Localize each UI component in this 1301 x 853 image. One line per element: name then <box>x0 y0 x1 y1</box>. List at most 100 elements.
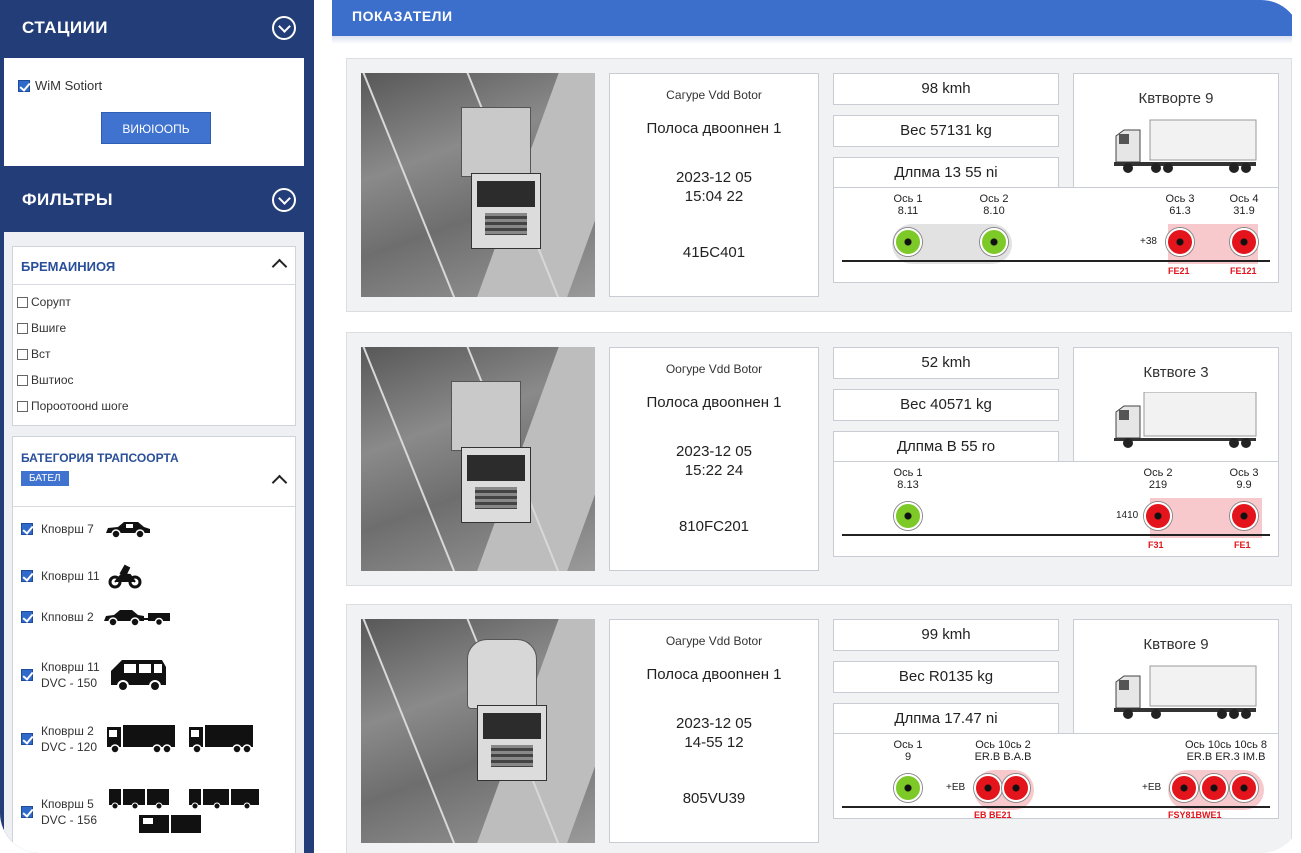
checkbox-icon[interactable] <box>17 400 28 412</box>
road-line <box>842 534 1270 536</box>
station-checkbox[interactable]: WiM Sotiort <box>18 78 102 93</box>
category-badge[interactable]: БАТЕЛ <box>21 471 69 486</box>
van-icon <box>110 660 166 692</box>
axle-note: 1410 <box>1116 510 1139 521</box>
vehicle-category-box: Квтвоrе 9 <box>1073 619 1279 739</box>
category-item[interactable]: Кповрш 11 DVC - 150 <box>21 657 170 693</box>
category-label-line2: DVC - 120 <box>41 740 98 754</box>
length-value: Длпма 13 55 ni <box>833 157 1059 189</box>
axle-overload-icon[interactable] <box>1170 774 1198 802</box>
category-item[interactable]: Кповрш 2 DVC - 120 <box>21 723 255 755</box>
overload-value: FSY81BWE1 <box>1168 810 1222 820</box>
stations-header[interactable]: СТАЦИИИ <box>0 0 314 58</box>
axle-overload-icon[interactable] <box>1230 228 1258 256</box>
checkbox-icon[interactable] <box>17 296 28 308</box>
axle-overload-icon[interactable] <box>974 774 1002 802</box>
checkbox-icon[interactable] <box>17 374 28 386</box>
lane-line <box>361 73 458 297</box>
vehicle-category-box: Квтвоrе 3 <box>1073 347 1279 467</box>
category-item[interactable]: Кповрш 7 <box>21 519 154 539</box>
checkbox-icon[interactable] <box>17 322 28 334</box>
record-row[interactable]: Оагуре Vdd Вotor Полоса двоonнен 1 2023-… <box>346 604 1292 853</box>
truck-image <box>457 639 557 789</box>
checkbox-checked-icon[interactable] <box>21 570 33 582</box>
filters-panel: БРЕМАИНИОЯ Сорупт Вшиге Вст Вштиос Пороо… <box>4 232 304 853</box>
axle-overload-icon[interactable] <box>1230 502 1258 530</box>
semi-truck-icon <box>1114 392 1257 448</box>
time-filter-box: БРЕМАИНИОЯ Сорупт Вшиге Вст Вштиос Пороо… <box>12 246 296 426</box>
checkbox-checked-icon[interactable] <box>21 806 33 818</box>
checkbox-checked-icon[interactable] <box>21 523 33 535</box>
time-option[interactable]: Пороотоонd шоге <box>17 393 295 419</box>
axle-overload-icon[interactable] <box>1230 774 1258 802</box>
vehicle-photo[interactable] <box>361 619 595 843</box>
filters-title: ФИЛЬТРЫ <box>22 190 114 209</box>
time: 15:22 24 <box>684 462 744 479</box>
time-filter-title: БРЕМАИНИОЯ <box>21 259 116 274</box>
axle-diagram: Ось 1 8.11 Ось 2 8.10 Ось 3 61.3 Ось 4 3… <box>833 187 1279 283</box>
vehicle-category-box: Квтворте 9 <box>1073 73 1279 193</box>
axle-overload-icon[interactable] <box>1166 228 1194 256</box>
axle-label: Ось 1 <box>893 739 923 751</box>
time-option[interactable]: Вштиос <box>17 367 295 393</box>
title-divider <box>332 36 1292 44</box>
category-item[interactable]: Кповрш 5 DVC - 156 <box>21 787 265 837</box>
time: 14-55 12 <box>684 734 744 751</box>
chevron-up-icon[interactable] <box>271 474 288 491</box>
camera-label: Оагуре Vdd Вotor <box>665 634 763 648</box>
checkbox-icon[interactable] <box>17 348 28 360</box>
axle-group-label: Ось 10сь 10сь 8 <box>1184 739 1267 751</box>
speed-value: 98 kmh <box>833 73 1059 105</box>
record-row[interactable]: Оогуре Vdd Вotor Полоса двоonнен 1 2023-… <box>346 332 1292 586</box>
filters-header[interactable]: ФИЛЬТРЫ <box>0 172 314 230</box>
axle-ok-icon[interactable] <box>894 228 922 256</box>
checkbox-checked-icon[interactable] <box>21 733 33 745</box>
axle-ok-icon[interactable] <box>894 502 922 530</box>
axle-label: Ось 4 <box>1229 193 1259 205</box>
axle-overload-icon[interactable] <box>1200 774 1228 802</box>
axle-load: 9 <box>904 751 912 763</box>
truck-image <box>441 381 541 531</box>
vehicle-photo[interactable] <box>361 347 595 571</box>
axle-diagram: Ось 1 9 Ось 10сь 2 ER.B В.А.В Ось 10сь 1… <box>833 733 1279 820</box>
category-label: Кпповш 2 <box>41 610 94 624</box>
time-option[interactable]: Сорупт <box>17 289 295 315</box>
overload-value: FE1 <box>1234 540 1251 550</box>
overload-value: FE121 <box>1230 266 1257 276</box>
category-filter-header[interactable]: БАТЕГОРИЯ ТРАПСООРТА БАТЕЛ <box>13 437 295 507</box>
timestamp: 2023-12 05 15:22 24 <box>610 442 818 480</box>
station-checkbox-label: WiM Sotiort <box>35 78 103 93</box>
semi-truck-icon <box>1114 119 1257 173</box>
collapse-filters-icon[interactable] <box>272 188 296 212</box>
axle-ok-icon[interactable] <box>980 228 1008 256</box>
checkbox-checked-icon[interactable] <box>21 669 33 681</box>
category-item[interactable]: Кпповш 2 <box>21 607 172 627</box>
lane-label: Полоса двоonнен 1 <box>646 666 782 683</box>
lane-line <box>361 619 458 843</box>
time-option-label: Вшиге <box>31 321 67 335</box>
axle-label: Ось 3 <box>1165 193 1195 205</box>
time-option[interactable]: Вст <box>17 341 295 367</box>
axle-ok-icon[interactable] <box>894 774 922 802</box>
main-content: ПОКАЗАТЕЛИ Сагуре Vdd Вotor Полоса двоon… <box>318 0 1301 853</box>
axle-note: +38 <box>1140 236 1157 247</box>
checkbox-checked-icon[interactable] <box>21 611 33 623</box>
station-apply-button[interactable]: ВИЮІООПЬ <box>101 112 211 144</box>
axle-overload-icon[interactable] <box>1002 774 1030 802</box>
stations-title: СТАЦИИИ <box>22 18 109 37</box>
axle-overload-icon[interactable] <box>1144 502 1172 530</box>
axle-load: 61.3 <box>1169 205 1191 217</box>
record-row[interactable]: Сагуре Vdd Вotor Полоса двоonнен 1 2023-… <box>346 58 1292 312</box>
collapse-stations-icon[interactable] <box>272 16 296 40</box>
car-trailer-icon <box>103 610 170 627</box>
vehicle-photo[interactable] <box>361 73 595 297</box>
axle-note: +EB <box>1142 782 1162 793</box>
time-filter-header[interactable]: БРЕМАИНИОЯ <box>13 247 295 285</box>
category-label-line2: DVC - 156 <box>41 813 98 827</box>
checkbox-checked-icon[interactable] <box>18 79 30 92</box>
time-option[interactable]: Вшиге <box>17 315 295 341</box>
chevron-up-icon[interactable] <box>271 258 288 275</box>
category-item[interactable]: Кповрш 11 <box>21 563 142 589</box>
category-label: Кповрш 7 <box>41 522 94 536</box>
record-info: Оогуре Vdd Вotor Полоса двоonнен 1 2023-… <box>609 347 819 571</box>
